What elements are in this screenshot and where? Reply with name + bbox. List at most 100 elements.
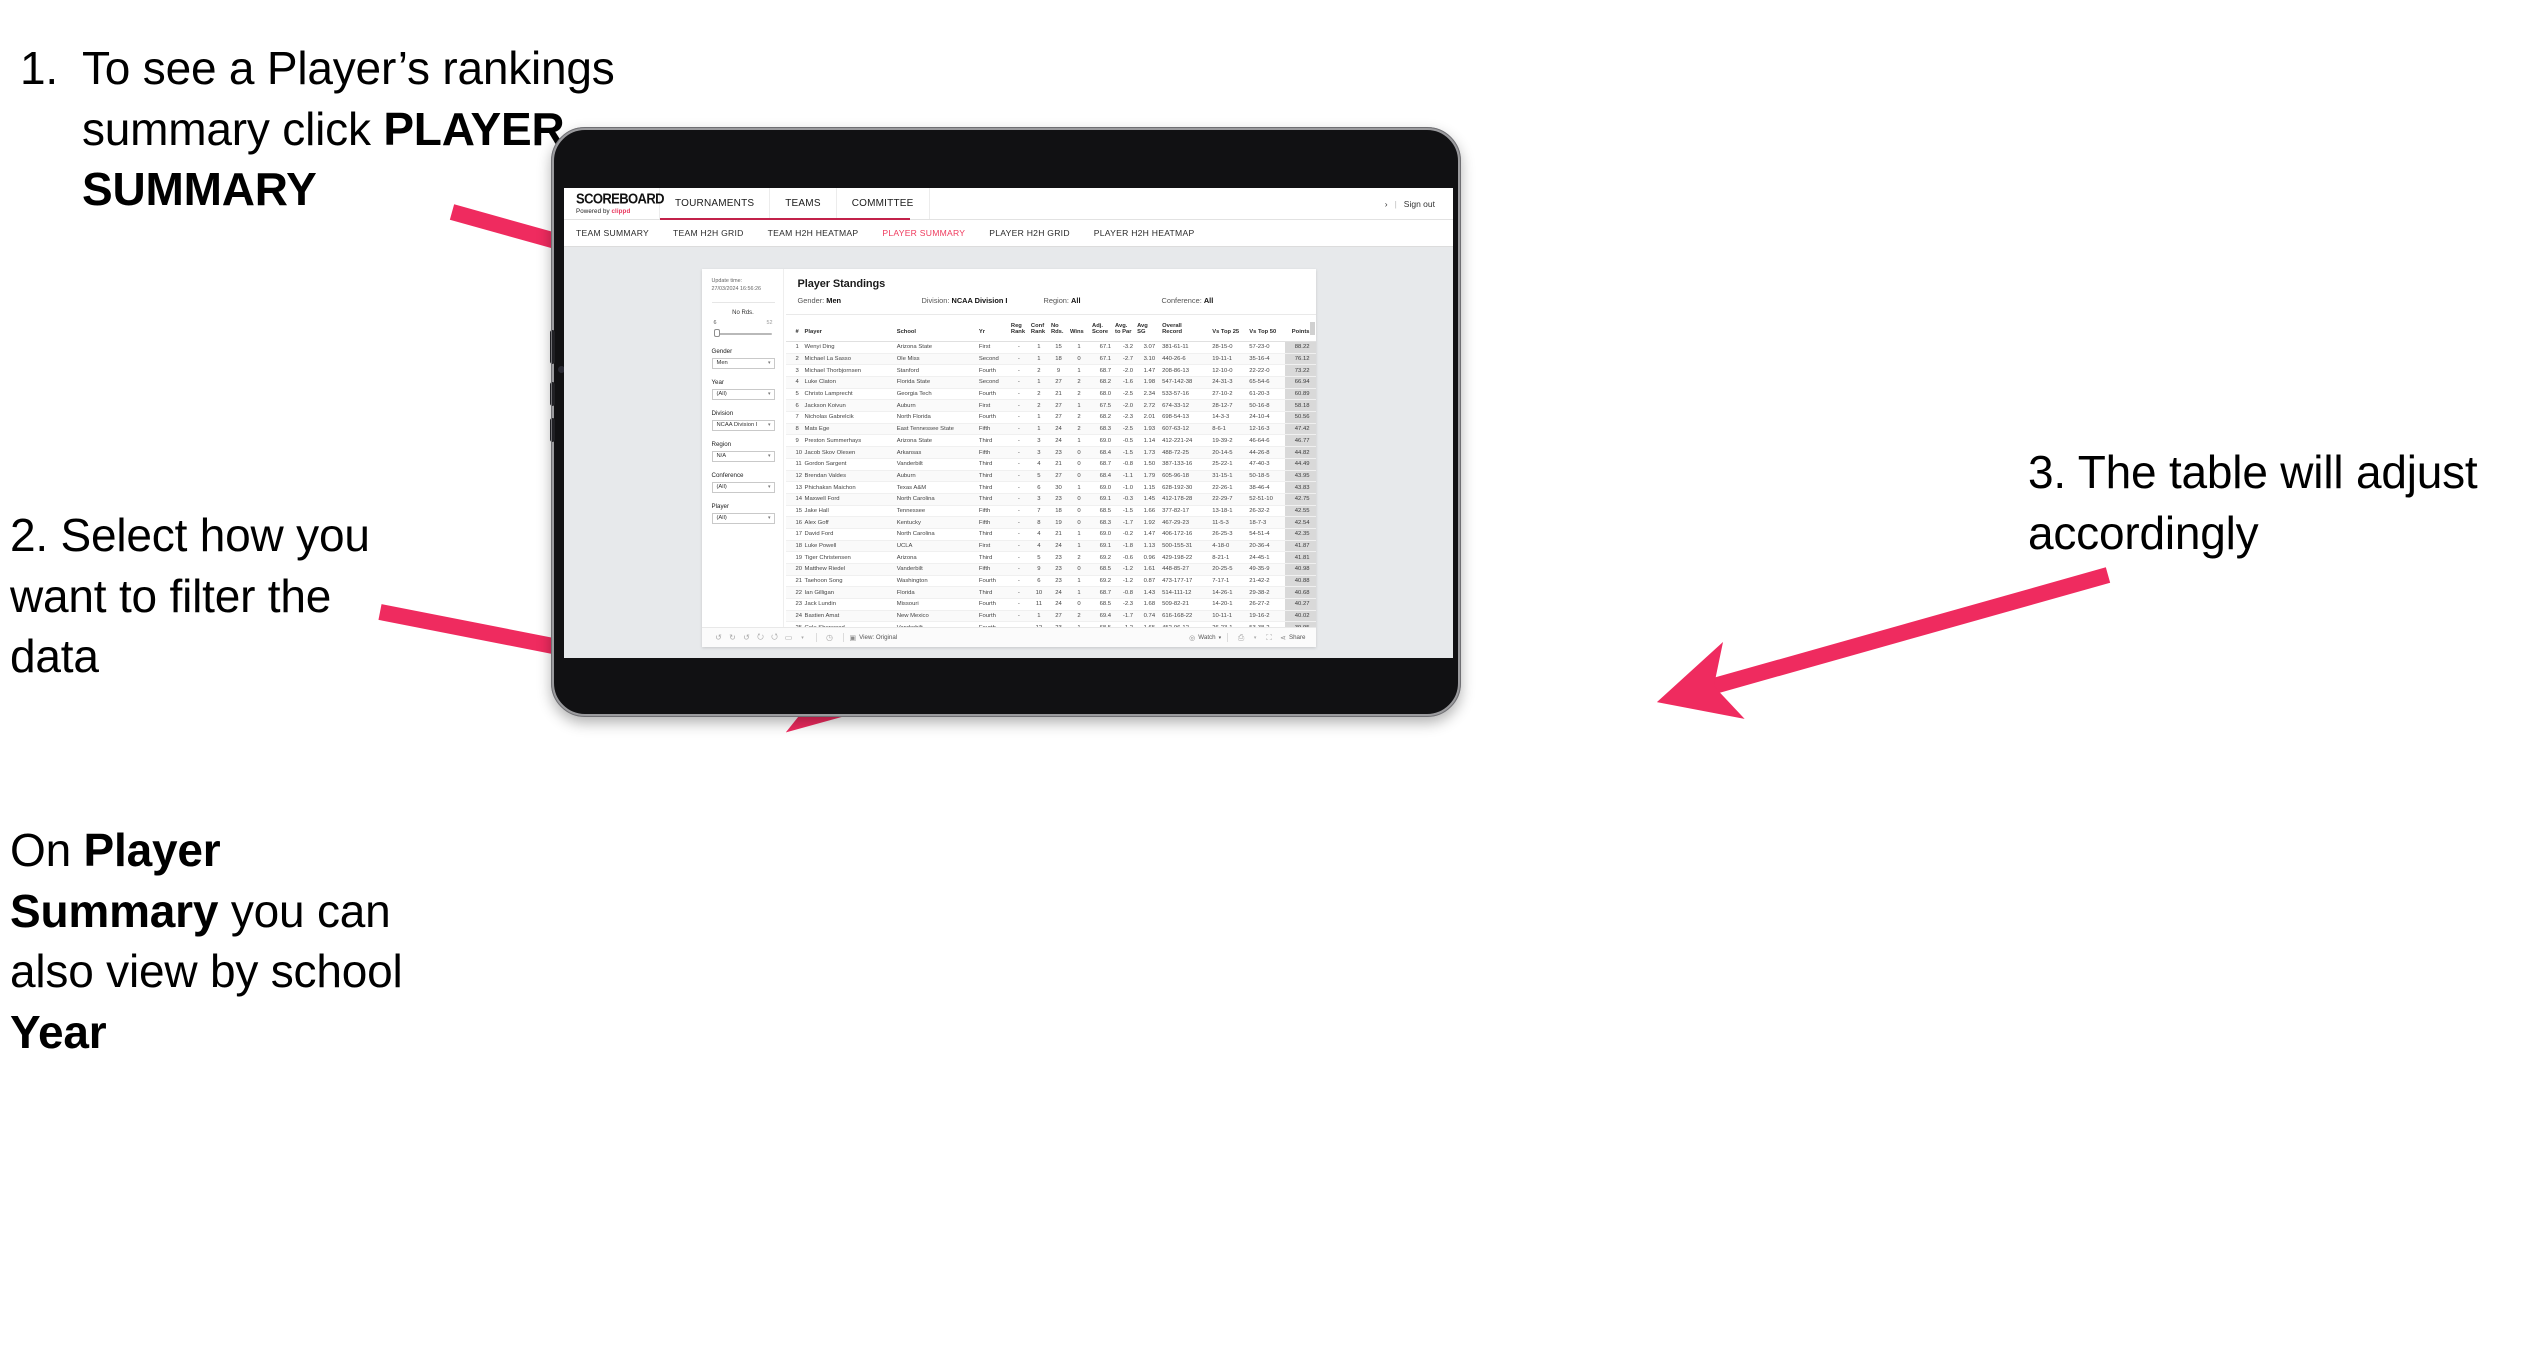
filter-no-rounds-slider[interactable]: No Rds. 6 52 [712,310,775,338]
cell-player: Nicholas Gabrelcik [802,411,895,424]
table-row[interactable]: 24 Bastien Amat New Mexico Fourth -1 27 2 69.4-… [785,610,1316,623]
cell-vs-top-25: 14-26-1 [1207,586,1247,600]
table-row[interactable]: 14 Maxwell Ford North Carolina Third -3 23 0 69… [785,493,1316,506]
cell-adj-score: 69.1 [1090,493,1114,506]
table-row[interactable]: 23 Jack Lundin Missouri Fourth -11 24 0 68.5 -2.… [785,598,1316,611]
download-icon[interactable]: ⎙ [1234,633,1248,643]
tab-team-h2h-heatmap[interactable]: TEAM H2H HEATMAP [768,228,873,238]
cell-reg-rank: - [1008,341,1029,354]
table-row[interactable]: 8 Mats Ege East Tennessee State Fifth -1 24 2 6… [785,423,1316,436]
tab-player-h2h-grid[interactable]: PLAYER H2H GRID [989,228,1083,238]
nav-teams[interactable]: TEAMS [770,188,837,219]
tab-player-h2h-heatmap[interactable]: PLAYER H2H HEATMAP [1094,228,1209,238]
share-button[interactable]: ⋖ Share [1280,634,1305,642]
table-row[interactable]: 4 Luke Claton Florida State Second -1 27 2 68.2… [785,376,1316,389]
undo-icon[interactable]: ↺ [712,633,726,642]
app-top-navbar: SCOREBOARD Powered by clippd TOURNAMENTS… [564,188,1453,220]
filter-region-select[interactable]: N/A ▾ [711,450,775,462]
pause-icon[interactable]: ⭯ [768,631,782,645]
col-adj-score[interactable]: Adj. Score [1090,321,1114,342]
table-row[interactable]: 25Cole SherwoodVanderbiltFourth-1223168.… [785,621,1316,627]
table-row[interactable]: 9 Preston Summerhays Arizona State Third -3 2… [785,434,1316,448]
table-row[interactable]: 1 Wenyi Ding Arizona State First -1 15 1 67.1 -3… [785,341,1316,354]
data-source-icon[interactable]: ▭ [782,633,796,642]
cell-yr: Third [976,481,1009,494]
table-row[interactable]: 13 Phichaksn Maichon Texas A&M Third -6 30 1 69… [785,481,1316,494]
filter-gender-select[interactable]: Men ▾ [711,357,775,369]
sign-out-link[interactable]: Sign out [1404,199,1435,209]
view-original-button[interactable]: ▣ View: Original [850,634,898,642]
table-body: 1 Wenyi Ding Arizona State First -1 15 1 67.1 -3… [785,341,1316,627]
cell-school: New Mexico [894,610,977,623]
table-row[interactable]: 7 Nicholas Gabrelcik North Florida Fourth -1… [785,411,1316,424]
col-avg-to-par[interactable]: Avg. to Par [1113,321,1136,342]
cell-conf-rank: 5 [1028,551,1049,565]
tab-team-h2h-grid[interactable]: TEAM H2H GRID [673,228,758,238]
nav-tournaments[interactable]: TOURNAMENTS [660,188,771,219]
col-avg-sg[interactable]: Avg SG [1135,321,1158,342]
watch-button[interactable]: ◎ Watch ▾ [1189,634,1221,642]
device-button-volume-up[interactable] [550,330,555,364]
table-row[interactable]: 3 Michael Thorbjornsen Stanford Fourth -2 9 1 6… [785,364,1316,378]
revert-icon[interactable]: ↺ [740,633,754,642]
table-row[interactable]: 2 Michael La Sasso Ole Miss Second -1 18 0 67.1… [785,353,1316,366]
nav-committee[interactable]: COMMITTEE [837,188,930,219]
table-row[interactable]: 15 Jake Hall Tennessee Fifth -7 18 0 68.5 -1.5 1.… [785,505,1316,518]
table-row[interactable]: 20 Matthew Riedel Vanderbilt Fifth -9 23 0 68.5… [785,563,1316,576]
slider-track[interactable] [712,329,775,338]
col-vs-top-50[interactable]: Vs Top 50 [1246,321,1286,342]
col-vs-top-25[interactable]: Vs Top 25 [1207,321,1247,342]
table-row[interactable]: 16 Alex Goff Kentucky Fifth -8 19 0 68.3 -1.7 1.9… [785,516,1316,529]
refresh-icon[interactable]: ⭮ [754,631,768,645]
chevron-down-icon[interactable]: ▾ [1248,635,1262,641]
col-wins[interactable]: Wins [1067,321,1091,342]
fullscreen-icon[interactable]: ⛶ [1262,633,1276,643]
col-no-rounds[interactable]: No Rds. [1048,321,1068,342]
cell-overall-record: 412-178-28 [1157,493,1208,506]
table-scrollbar-thumb[interactable] [1309,322,1315,335]
tab-player-summary[interactable]: PLAYER SUMMARY [882,228,979,238]
redo-icon[interactable]: ↻ [726,633,740,642]
table-row[interactable]: 19 Tiger Christensen Arizona Third -5 23 2 69.2… [785,551,1316,565]
cell-vs-top-25: 8-21-1 [1207,551,1247,565]
cell-reg-rank: - [1008,399,1029,413]
table-row[interactable]: 12 Brendan Valdes Auburn Third -5 27 0 68.4 -1.1… [785,470,1316,483]
history-icon[interactable]: ◷ [823,633,837,642]
cell-: 22 [785,586,803,600]
meta-region: Region: All [1044,296,1162,305]
table-row[interactable]: 11 Gordon Sargent Vanderbilt Third -4 21 0 68.7… [785,458,1316,471]
cell-no-rds: 27 [1048,610,1068,623]
device-button-power[interactable] [550,418,555,442]
cell-vs-top-50: 61-20-3 [1246,388,1286,401]
col-year[interactable]: Yr [976,321,1009,342]
table-row[interactable]: 6 Jackson Koivun Auburn First -2 27 1 67.5 -2.0 2… [785,399,1316,413]
filter-year-select[interactable]: (All) ▾ [711,388,775,400]
col-reg-rank[interactable]: Reg Rank [1008,321,1029,342]
slider-handle[interactable] [713,329,720,338]
table-row[interactable]: 18 Luke Powell UCLA First -4 24 1 69.1 -1.8 1.13 5… [785,540,1316,553]
cell-wins: 2 [1067,423,1091,436]
filter-division-select[interactable]: NCAA Division I ▾ [711,419,775,431]
device-button-volume-down[interactable] [550,382,555,406]
cell-avg-sg: 3.07 [1135,341,1158,354]
col-rank[interactable]: # [785,321,803,342]
table-row[interactable]: 22 Ian Gilligan Florida Third -10 24 1 68.7 -0.8… [785,586,1316,600]
update-time-value: 27/03/2024 16:56:26 [711,285,761,292]
col-school[interactable]: School [894,321,977,342]
user-chevron-icon[interactable]: › [1385,199,1388,209]
standings-table-scroll[interactable]: # Player School Yr Reg Rank Conf Rank No Rd… [785,315,1316,627]
cell-avg-sg: 1.47 [1135,364,1158,378]
tab-team-summary[interactable]: TEAM SUMMARY [576,228,663,238]
cell-: 14 [785,493,803,506]
table-row[interactable]: 10 Jacob Skov Olesen Arkansas Fifth -3 23 0 68.… [785,446,1316,459]
filter-conference-select[interactable]: (All) ▾ [711,481,775,493]
col-overall-record[interactable]: Overall Record [1157,321,1208,342]
table-row[interactable]: 5 Christo Lamprecht Georgia Tech Fourth -2 21… [785,388,1316,401]
table-row[interactable]: 17 David Ford North Carolina Third -4 21 1 69.0… [785,528,1316,541]
chevron-down-icon[interactable]: ▾ [796,635,810,641]
col-player[interactable]: Player [802,321,895,342]
filter-player-select[interactable]: (All) ▾ [711,512,775,524]
table-row[interactable]: 21 Taehoon Song Washington Fourth -6 23 1 69.2-… [785,575,1316,588]
app-logo[interactable]: SCOREBOARD Powered by clippd [564,188,665,219]
col-conf-rank[interactable]: Conf Rank [1028,321,1049,342]
